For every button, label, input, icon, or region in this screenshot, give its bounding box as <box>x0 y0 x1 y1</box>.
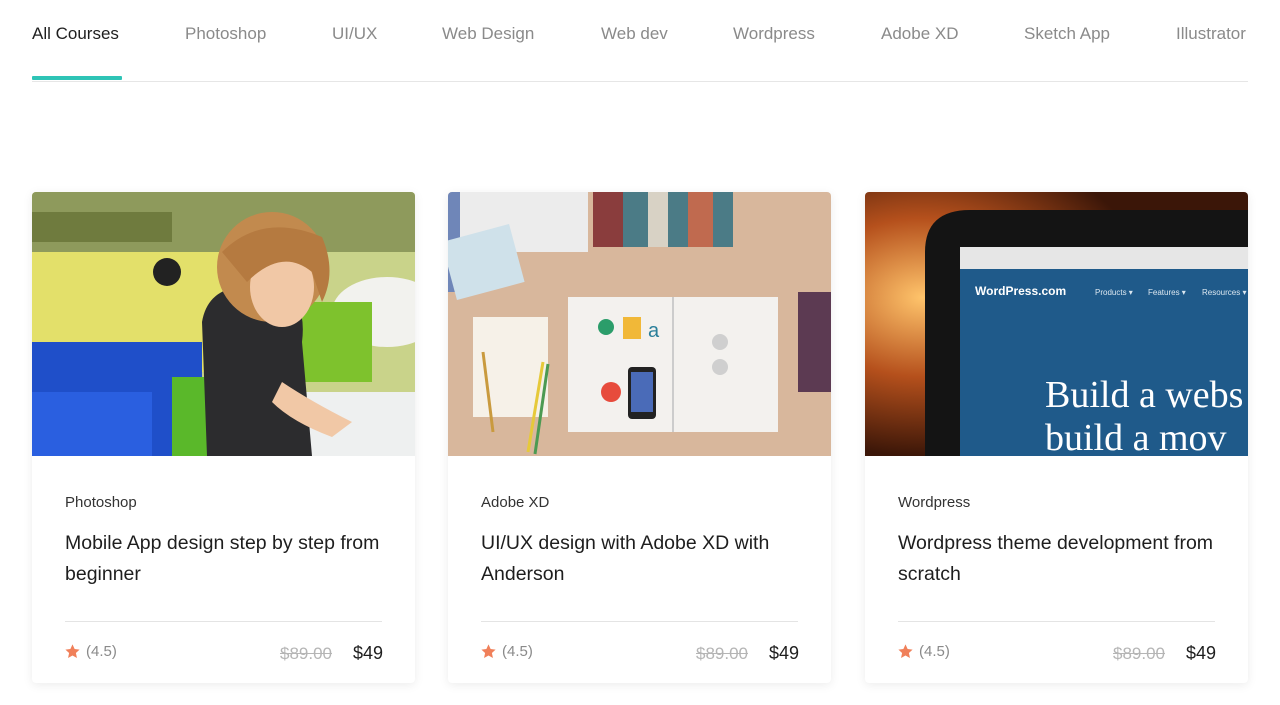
tab-photoshop[interactable]: Photoshop <box>185 24 266 81</box>
child-drawing-photo <box>32 192 415 456</box>
design-desk-photo: a <box>448 192 831 456</box>
course-thumbnail[interactable]: WordPress.com Products ▾ Features ▾ Reso… <box>865 192 1248 456</box>
screen-nav-resources: Resources ▾ <box>1202 288 1246 297</box>
tab-adobe-xd[interactable]: Adobe XD <box>881 24 959 81</box>
course-rating: (4.5) <box>64 643 117 660</box>
course-category: Adobe XD <box>481 494 550 511</box>
course-title[interactable]: Wordpress theme development from scratch <box>898 528 1218 590</box>
screen-headline-1: Build a webs <box>1045 374 1243 416</box>
course-title[interactable]: Mobile App design step by step from begi… <box>65 528 385 590</box>
tab-illustrator[interactable]: Illustrator <box>1176 24 1246 81</box>
divider <box>898 621 1215 622</box>
course-category-tabs: All Courses Photoshop UI/UX Web Design W… <box>32 0 1248 82</box>
active-tab-indicator <box>32 76 122 80</box>
screen-nav-products: Products ▾ <box>1095 288 1133 297</box>
screen-nav-features: Features ▾ <box>1148 288 1186 297</box>
sale-price: $49 <box>1186 643 1217 663</box>
original-price: $89.00 <box>1113 644 1165 663</box>
course-thumbnail[interactable] <box>32 192 415 456</box>
course-title[interactable]: UI/UX design with Adobe XD with Anderson <box>481 528 801 590</box>
course-card[interactable]: Photoshop Mobile App design step by step… <box>32 192 415 683</box>
course-rating: (4.5) <box>897 643 950 660</box>
tab-web-dev[interactable]: Web dev <box>601 24 668 81</box>
course-card[interactable]: a Adobe XD UI/UX design with Adobe XD wi… <box>448 192 831 683</box>
tab-wordpress[interactable]: Wordpress <box>733 24 815 81</box>
rating-value: (4.5) <box>919 643 950 660</box>
course-category: Photoshop <box>65 494 137 511</box>
course-thumbnail[interactable]: a <box>448 192 831 456</box>
sale-price: $49 <box>769 643 800 663</box>
star-icon <box>65 644 80 658</box>
course-card[interactable]: WordPress.com Products ▾ Features ▾ Reso… <box>865 192 1248 683</box>
laptop-wordpress-photo: WordPress.com Products ▾ Features ▾ Reso… <box>865 192 1248 456</box>
star-icon <box>481 644 496 658</box>
tab-web-design[interactable]: Web Design <box>442 24 534 81</box>
divider <box>481 621 798 622</box>
original-price: $89.00 <box>280 644 332 663</box>
original-price: $89.00 <box>696 644 748 663</box>
course-category: Wordpress <box>898 494 971 511</box>
svg-text:a: a <box>648 320 660 342</box>
tab-ui-ux[interactable]: UI/UX <box>332 24 377 81</box>
rating-value: (4.5) <box>86 643 117 660</box>
tab-sketch-app[interactable]: Sketch App <box>1024 24 1110 81</box>
course-rating: (4.5) <box>480 643 533 660</box>
divider <box>65 621 382 622</box>
screen-headline-2: build a mov <box>1045 417 1227 456</box>
tab-all-courses[interactable]: All Courses <box>32 24 119 81</box>
sale-price: $49 <box>353 643 384 663</box>
rating-value: (4.5) <box>502 643 533 660</box>
screen-logo-text: WordPress.com <box>975 284 1066 298</box>
star-icon <box>898 644 913 658</box>
